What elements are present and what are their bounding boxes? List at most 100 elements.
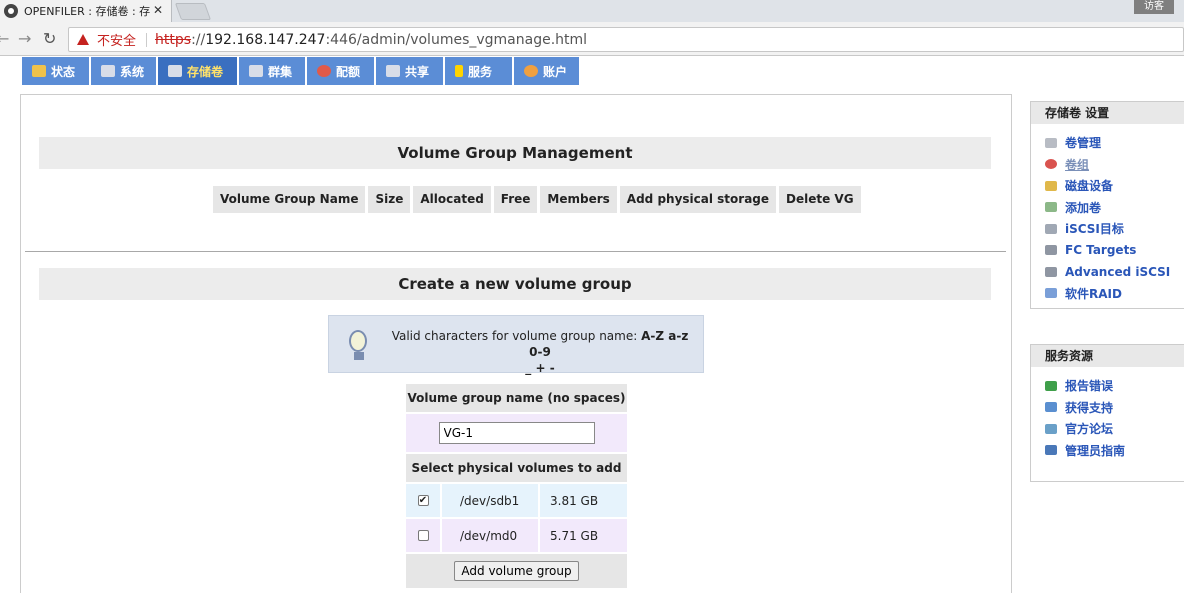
- create-vg-title: Create a new volume group: [39, 268, 991, 300]
- nav-tab-status[interactable]: 状态: [22, 57, 91, 85]
- vg-name-row: [406, 414, 627, 452]
- pv-row: ✔ /dev/sdb1 3.81 GB: [406, 484, 627, 517]
- add-volume-icon: [1045, 202, 1057, 213]
- pv-checkbox-sdb1[interactable]: ✔: [417, 495, 429, 506]
- pv-check-cell: ✔: [406, 484, 440, 517]
- nav-tab-shares[interactable]: 共享: [376, 57, 445, 85]
- sidebar-item-forums[interactable]: 官方论坛: [1045, 418, 1184, 440]
- nav-tab-volumes[interactable]: 存储卷: [158, 57, 239, 85]
- browser-toolbar: ← → ↻ 不安全 https://192.168.147.247:446/ad…: [0, 22, 1184, 56]
- address-divider: [146, 32, 148, 47]
- pv-device: /dev/md0: [440, 519, 538, 552]
- support-resources-title: 服务资源: [1031, 345, 1184, 367]
- nav-tab-quota[interactable]: 配额: [307, 57, 376, 85]
- nav-tab-label: 配额: [336, 64, 361, 79]
- volumes-icon: [168, 65, 182, 77]
- visitor-profile-button[interactable]: 访客: [1134, 0, 1174, 14]
- pv-device: /dev/sdb1: [440, 484, 538, 517]
- volumes-settings-title: 存储卷 设置: [1031, 102, 1184, 124]
- get-support-icon: [1045, 402, 1057, 413]
- create-vg-form: Volume group name (no spaces) Select phy…: [406, 384, 627, 588]
- nav-tab-cluster[interactable]: 群集: [239, 57, 307, 85]
- sidebar-item-add-volume[interactable]: 添加卷: [1045, 197, 1184, 219]
- report-bug-icon: [1045, 380, 1057, 391]
- nav-tab-label: 存储卷: [187, 64, 224, 79]
- sidebar-item-advanced-iscsi[interactable]: Advanced iSCSI: [1045, 261, 1184, 283]
- nav-tab-system[interactable]: 系统: [91, 57, 158, 85]
- col-vg-name: Volume Group Name: [213, 186, 369, 213]
- sidebar-item-label: 管理员指南: [1065, 443, 1126, 458]
- pv-size: 5.71 GB: [538, 519, 627, 552]
- sidebar-item-fc-targets[interactable]: FC Targets: [1045, 240, 1184, 262]
- url-scheme: https: [155, 31, 192, 48]
- sidebar-item-label: 官方论坛: [1065, 422, 1114, 437]
- tip-label: Valid characters for volume group name:: [391, 329, 642, 343]
- col-members: Members: [540, 186, 620, 213]
- sidebar-item-admin-guide[interactable]: 管理员指南: [1045, 440, 1184, 462]
- volume-group-icon: [1045, 159, 1057, 170]
- block-devices-icon: [1045, 180, 1057, 191]
- volume-manage-icon: [1045, 137, 1057, 148]
- col-delete-vg: Delete VG: [779, 186, 861, 213]
- sidebar-item-label: FC Targets: [1065, 243, 1137, 258]
- services-icon: [455, 65, 463, 77]
- submit-row: Add volume group: [406, 554, 627, 588]
- nav-tab-label: 系统: [120, 64, 145, 79]
- sidebar-item-software-raid[interactable]: 软件RAID: [1045, 283, 1184, 305]
- sidebar-item-label: 卷组: [1065, 157, 1090, 172]
- lightbulb-icon: [349, 330, 367, 352]
- sidebar-item-label: 软件RAID: [1065, 286, 1122, 301]
- sidebar-item-label: 卷管理: [1065, 136, 1102, 151]
- nav-tab-services[interactable]: 服务: [445, 57, 514, 85]
- sidebar-item-label: 获得支持: [1065, 400, 1114, 415]
- url-host: 192.168.147.247: [205, 31, 326, 48]
- tip-chars-line2: _ + -: [525, 361, 555, 375]
- sidebar-item-get-support[interactable]: 获得支持: [1045, 397, 1184, 419]
- vg-name-header: Volume group name (no spaces): [406, 384, 627, 412]
- new-tab-button[interactable]: [174, 3, 212, 20]
- nav-tab-label: 账户: [543, 64, 568, 79]
- main-panel: Volume Group Management Volume Group Nam…: [20, 94, 1012, 593]
- pv-size: 3.81 GB: [538, 484, 627, 517]
- admin-guide-icon: [1045, 445, 1057, 456]
- advanced-iscsi-icon: [1045, 266, 1057, 277]
- sidebar-item-report-bug[interactable]: 报告错误: [1045, 375, 1184, 397]
- reload-icon[interactable]: ↻: [43, 29, 56, 48]
- sidebar-item-volume-manage[interactable]: 卷管理: [1045, 132, 1184, 154]
- vg-name-input[interactable]: [438, 422, 595, 444]
- warning-icon: [77, 34, 89, 45]
- nav-tab-label: 服务: [468, 64, 493, 79]
- openfiler-favicon-icon: [4, 4, 18, 18]
- nav-tab-accounts[interactable]: 账户: [514, 57, 581, 85]
- url-path: :446/admin/volumes_vgmanage.html: [325, 31, 588, 48]
- sidebar-item-block-devices[interactable]: 磁盘设备: [1045, 175, 1184, 197]
- sidebar-item-volume-group[interactable]: 卷组: [1045, 154, 1184, 176]
- shares-icon: [386, 65, 400, 77]
- cluster-icon: [249, 65, 263, 77]
- quota-icon: [317, 65, 331, 77]
- system-icon: [101, 65, 115, 77]
- nav-tab-label: 共享: [405, 64, 430, 79]
- back-arrow-icon[interactable]: ←: [0, 29, 9, 48]
- naming-tip-box: Valid characters for volume group name: …: [328, 315, 704, 376]
- nav-tab-label: 状态: [51, 64, 76, 79]
- main-nav: 状态 系统 存储卷 群集 配额 共享 服务 账户: [22, 57, 581, 85]
- sidebar-item-label: Advanced iSCSI: [1065, 264, 1171, 279]
- tab-close-icon[interactable]: ✕: [153, 3, 163, 17]
- naming-tip-text: Valid characters for volume group name: …: [387, 328, 693, 376]
- add-volume-group-button[interactable]: Add volume group: [454, 561, 579, 581]
- pv-checkbox-md0[interactable]: [417, 530, 429, 541]
- address-bar[interactable]: 不安全 https://192.168.147.247:446/admin/vo…: [68, 27, 1184, 52]
- url-text: https://192.168.147.247:446/admin/volume…: [155, 32, 587, 48]
- pv-select-header: Select physical volumes to add: [406, 454, 627, 482]
- vg-management-title: Volume Group Management: [39, 137, 991, 169]
- browser-tab[interactable]: OPENFILER : 存储卷 : 存 ✕: [0, 0, 172, 22]
- url-separator: ://: [191, 31, 206, 48]
- section-divider: [25, 251, 1006, 252]
- nav-tab-label: 群集: [268, 64, 293, 79]
- sidebar-item-iscsi-target[interactable]: iSCSI目标: [1045, 218, 1184, 240]
- software-raid-icon: [1045, 288, 1057, 299]
- col-allocated: Allocated: [413, 186, 494, 213]
- forward-arrow-icon[interactable]: →: [18, 29, 31, 48]
- support-resources-list: 报告错误 获得支持 官方论坛 管理员指南: [1031, 367, 1184, 481]
